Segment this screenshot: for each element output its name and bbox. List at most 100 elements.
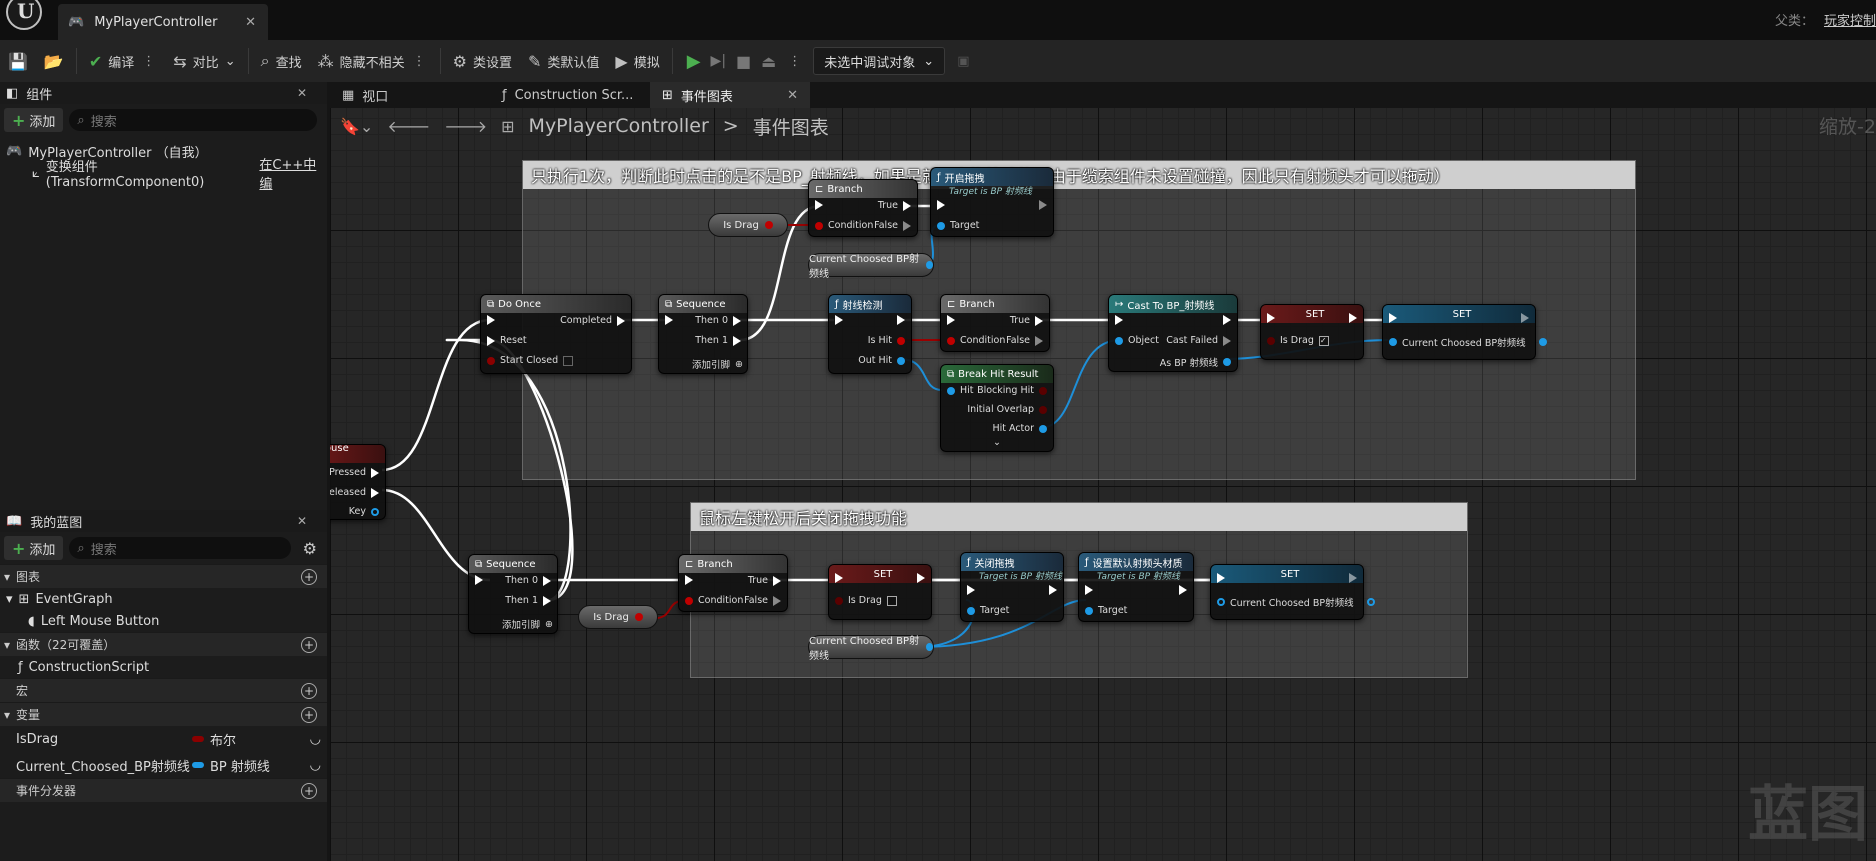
find-button[interactable]: ⌕ 查找 (253, 45, 310, 77)
step-icon[interactable]: ▶| (711, 53, 726, 69)
category-functions[interactable]: ▾ 函数（22可覆盖） + (0, 632, 327, 656)
add-function-icon[interactable]: + (301, 636, 317, 653)
node-get-isdrag[interactable]: Is Drag (708, 213, 788, 237)
pin-condition[interactable]: Condition (685, 595, 743, 606)
construction-script-item[interactable]: ƒ ConstructionScript (0, 656, 327, 678)
pin-is-hit[interactable]: Is Hit (868, 335, 905, 346)
node-set-isdrag-1[interactable]: SET Is Drag ✓ (1260, 304, 1364, 360)
pin-current-choosed[interactable]: Current Choosed BP射频线 (1217, 595, 1375, 609)
browse-button[interactable]: 📂 (36, 45, 72, 77)
node-do-once[interactable]: ⧉ Do Once Completed Reset Start Closed (480, 294, 632, 374)
pin-target[interactable]: Target (1085, 605, 1127, 616)
pin-false[interactable]: False (874, 220, 911, 231)
debug-object-select[interactable]: 未选中调试对象 ⌄ (813, 47, 946, 75)
parent-class-link[interactable]: 玩家控制 (1824, 10, 1876, 29)
pin-key[interactable]: Key (349, 506, 379, 517)
add-dispatcher-icon[interactable]: + (301, 782, 317, 799)
node-sequence-2[interactable]: ⧉ Sequence Then 0 Then 1 添加引脚 ⊕ (468, 554, 558, 634)
my-blueprint-search-input[interactable]: ⌕ 搜索 (69, 537, 291, 559)
class-settings-button[interactable]: ⚙ 类设置 (445, 45, 520, 77)
component-transform[interactable]: ⟀ 变换组件 (TransformComponent0) 在C++中编 (0, 158, 327, 192)
more-icon[interactable]: ⋮ (140, 54, 157, 69)
more-icon[interactable]: ⋮ (411, 54, 428, 69)
pin-then-0[interactable]: Then 0 (695, 315, 741, 326)
variable-type[interactable]: BP 射频线 (192, 756, 270, 775)
node-set-current-2[interactable]: SET Current Choosed BP射频线 (1210, 564, 1375, 620)
pin-exec-in[interactable] (967, 585, 975, 595)
debug-filter-icon[interactable]: ▣ (957, 54, 969, 69)
pin-exec-in[interactable] (1267, 313, 1275, 323)
eye-icon[interactable]: ◡ (310, 732, 321, 747)
node-reset-material[interactable]: ƒ 设置默认射频头材质 Target is BP 射频线 Target (1078, 552, 1194, 622)
graph-editor[interactable]: ▦ 视口 ƒ Construction Scr... ⊞ 事件图表 ✕ 🔖⌄ 🡐 🡒 ⊞… (330, 82, 1876, 861)
add-pin-button[interactable]: 添加引脚 ⊕ (502, 617, 553, 632)
variable-isdrag[interactable]: IsDrag 布尔 ◡ (0, 726, 327, 752)
close-icon[interactable]: ✕ (297, 514, 307, 528)
add-variable-icon[interactable]: + (301, 706, 317, 723)
node-set-isdrag-2[interactable]: SET Is Drag (828, 564, 932, 620)
pin-exec-out[interactable] (1349, 313, 1357, 323)
pin-exec-in[interactable] (835, 315, 843, 325)
pin-exec-in[interactable] (665, 315, 673, 325)
pin-target[interactable]: Target (937, 220, 979, 231)
more-icon[interactable]: ⋮ (786, 54, 803, 69)
pin-true[interactable]: True (1010, 315, 1043, 326)
node-cast[interactable]: ↦ Cast To BP_射频线 Object Cast Failed As BP… (1108, 294, 1238, 372)
unreal-logo-icon[interactable] (6, 0, 42, 30)
node-line-trace[interactable]: ƒ 射线检测 Is Hit Out Hit (828, 294, 912, 374)
pin-blocking-hit[interactable]: Blocking Hit (977, 385, 1047, 396)
class-defaults-button[interactable]: ✎ 类默认值 (520, 45, 607, 77)
pin-completed[interactable]: Completed (560, 315, 625, 326)
pin-start-closed[interactable]: Start Closed (487, 355, 574, 366)
pin-exec-in[interactable] (815, 200, 823, 210)
pin-exec-out[interactable] (1223, 315, 1231, 325)
pin-isdrag[interactable]: Is Drag (835, 595, 897, 606)
pin-then-0[interactable]: Then 0 (505, 575, 551, 586)
close-icon[interactable]: ✕ (297, 86, 307, 100)
close-icon[interactable]: ✕ (245, 15, 256, 30)
pin-hit[interactable]: Hit (947, 385, 974, 396)
pin-exec-out[interactable] (1521, 313, 1529, 323)
checkbox[interactable] (886, 595, 897, 606)
pin-cast-failed[interactable]: Cast Failed (1166, 335, 1231, 346)
node-set-current-1[interactable]: SET Current Choosed BP射频线 (1382, 304, 1547, 360)
node-branch-3[interactable]: ⊏ Branch True Condition False (678, 554, 788, 612)
pin-initial-overlap[interactable]: Initial Overlap (967, 404, 1047, 415)
pin-true[interactable]: True (748, 575, 781, 586)
event-item[interactable]: ◖ Left Mouse Button (0, 610, 327, 632)
pin-condition[interactable]: Condition (815, 220, 873, 231)
diff-button[interactable]: ⇆ 对比 ⌄ (165, 45, 243, 77)
pin-isdrag[interactable]: Is Drag ✓ (1267, 335, 1329, 346)
pin-exec-out[interactable] (917, 573, 925, 583)
pin-object[interactable]: Object (1115, 335, 1159, 346)
pin-pressed[interactable]: Pressed (330, 467, 379, 478)
node-start-drag[interactable]: ƒ 开启拖拽 Target is BP 射频线 Target (930, 167, 1054, 237)
pin-exec-in[interactable] (1217, 573, 1225, 583)
category-variables[interactable]: ▾ 变量 + (0, 702, 327, 726)
pin-exec-in[interactable] (475, 575, 483, 585)
pin-exec-in[interactable] (835, 573, 843, 583)
gear-icon[interactable]: ⚙ (303, 539, 317, 558)
category-macros[interactable]: 宏 + (0, 678, 327, 702)
pin-reset[interactable]: Reset (487, 335, 527, 346)
eye-icon[interactable]: ◡ (310, 758, 321, 773)
node-branch-2[interactable]: ⊏ Branch True Condition False (940, 294, 1050, 352)
node-break-hit-result[interactable]: ⧉ Break Hit Result Hit Blocking Hit Initi… (940, 364, 1054, 452)
components-tab[interactable]: ◧ 组件 ✕ (0, 82, 327, 104)
category-dispatchers[interactable]: 事件分发器 + (0, 778, 327, 802)
pin-exec-out[interactable] (1039, 200, 1047, 210)
pin-exec-out[interactable] (1179, 585, 1187, 595)
add-member-button[interactable]: + 添加 (4, 536, 64, 560)
document-tab[interactable]: 🎮 MyPlayerController ✕ (58, 4, 268, 40)
pin-condition[interactable]: Condition (947, 335, 1005, 346)
pin-exec-out[interactable] (1349, 573, 1357, 583)
pin-exec-in[interactable] (1389, 313, 1397, 323)
node-get-isdrag-2[interactable]: Is Drag (578, 605, 658, 629)
pin-exec-in[interactable] (1085, 585, 1093, 595)
pin-exec-in[interactable] (487, 315, 495, 325)
pin-current-choosed[interactable]: Current Choosed BP射频线 (1389, 335, 1547, 349)
compile-button[interactable]: ✔ 编译 ⋮ (81, 45, 165, 77)
hide-unrelated-button[interactable]: ⁂ 隐藏不相关 ⋮ (310, 45, 436, 77)
add-macro-icon[interactable]: + (301, 682, 317, 699)
pin-exec-out[interactable] (1049, 585, 1057, 595)
